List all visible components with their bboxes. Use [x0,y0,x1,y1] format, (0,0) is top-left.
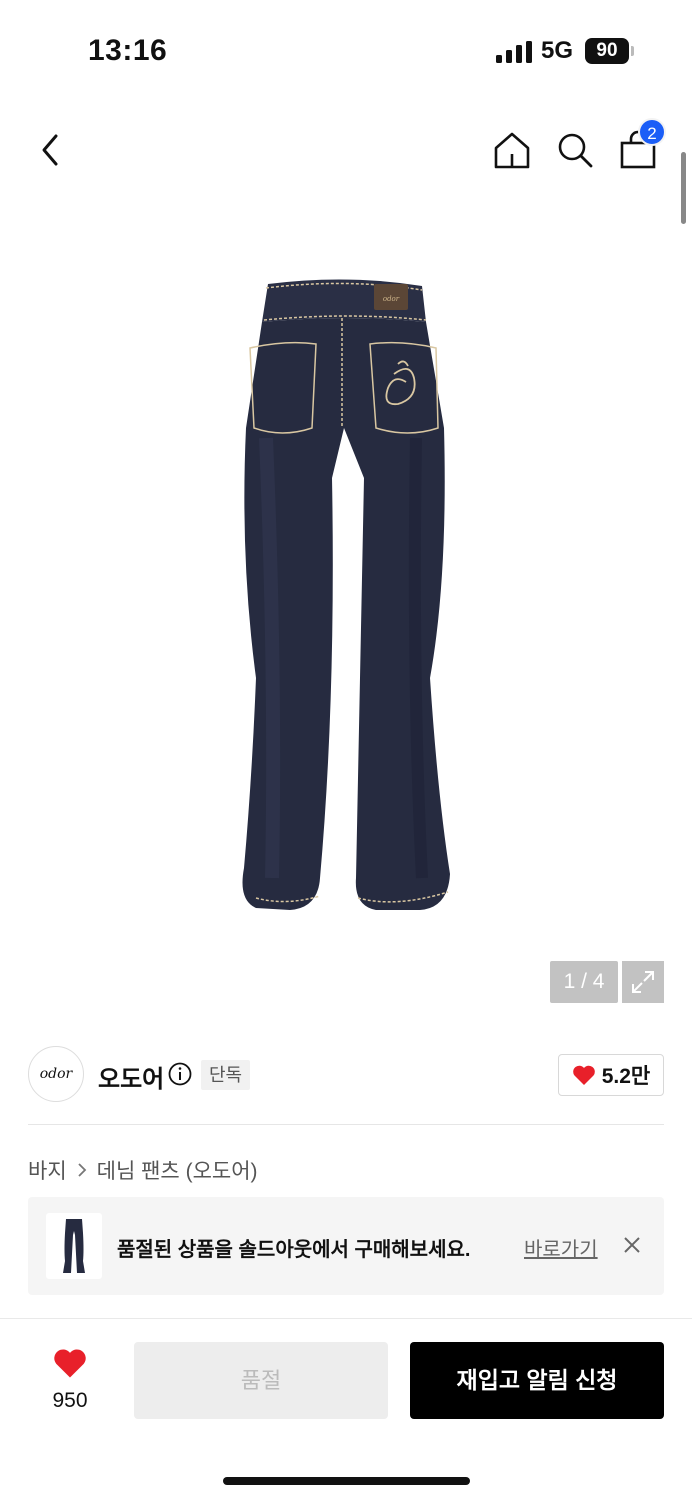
soldout-banner: 품절된 상품을 솔드아웃에서 구매해보세요. 바로가기 [28,1197,664,1295]
expand-icon [632,971,654,993]
expand-image-button[interactable] [622,961,664,1003]
search-icon [558,133,593,168]
wishlist-count: 950 [52,1389,88,1412]
breadcrumb-subcategory[interactable]: 데님 팬츠 (오도어) [97,1155,258,1185]
back-button[interactable] [26,126,74,174]
network-type: 5G [541,37,574,64]
jeans-thumbnail [63,1219,85,1273]
jeans-patch-text: odor [383,295,400,303]
bottom-action-bar: 950 품절 재입고 알림 신청 [0,1318,692,1500]
home-icon [494,132,530,169]
chevron-left-icon [42,134,58,166]
breadcrumb-category[interactable]: 바지 [28,1155,67,1185]
cart-button[interactable]: 2 [614,118,666,174]
wishlist-button[interactable]: 950 [40,1347,100,1417]
status-bar: 13:16 5G 90 [0,0,692,100]
banner-link[interactable]: 바로가기 [524,1233,598,1262]
breadcrumb: 바지 데님 팬츠 (오도어) [28,1155,258,1185]
product-image-jeans[interactable]: odor [236,278,458,914]
battery-icon: 90 [585,38,629,64]
chevron-right-icon [78,1163,86,1177]
brand-like-count: 5.2만 [601,1065,651,1088]
scrollbar-thumb[interactable] [681,152,686,224]
soldout-button: 품절 [134,1342,388,1419]
banner-message: 품절된 상품을 솔드아웃에서 구매해보세요. [117,1239,471,1261]
restock-alert-button[interactable]: 재입고 알림 신청 [410,1342,664,1419]
heart-icon [572,1065,595,1085]
banner-product-thumbnail [46,1213,102,1279]
image-page-indicator: 1 / 4 [550,961,618,1003]
home-button[interactable] [488,126,536,174]
battery-tip [631,46,634,56]
exclusive-badge: 단독 [201,1060,251,1090]
home-indicator[interactable] [223,1477,470,1485]
section-divider [28,1124,664,1125]
brand-logo[interactable]: odor [28,1046,84,1102]
close-icon[interactable] [620,1233,644,1257]
signal-icon [496,41,532,63]
battery-level: 90 [596,40,618,61]
top-nav: 2 [0,110,692,190]
search-button[interactable] [551,126,599,174]
brand-like-button[interactable]: 5.2만 [558,1054,664,1096]
brand-row: odor 오도어 단독 5.2만 [28,1046,664,1106]
cart-badge: 2 [638,118,666,146]
heart-icon [54,1349,86,1378]
status-time: 13:16 [88,34,168,67]
brand-logo-text: odor [39,1066,73,1082]
info-icon[interactable] [168,1062,192,1086]
brand-name[interactable]: 오도어 [98,1059,164,1094]
